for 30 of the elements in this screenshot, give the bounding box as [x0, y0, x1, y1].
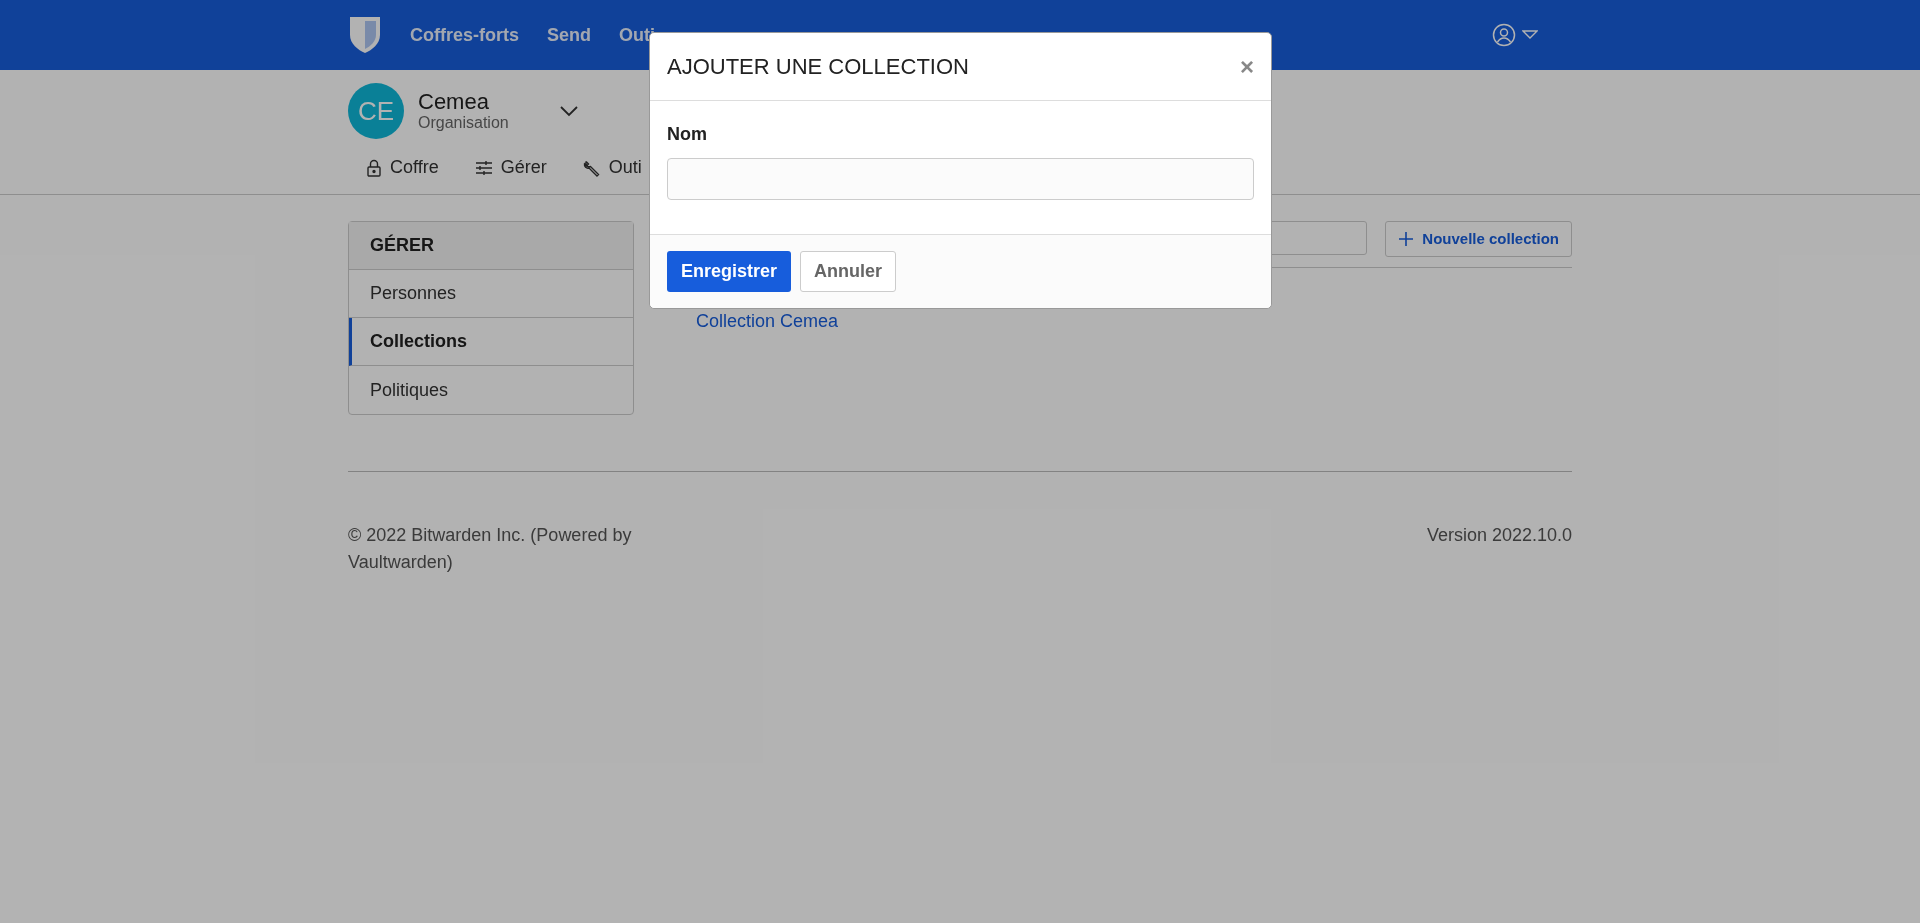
sidebar-item[interactable]: Politiques: [349, 366, 633, 414]
cancel-button[interactable]: Annuler: [800, 251, 897, 292]
save-button[interactable]: Enregistrer: [667, 251, 792, 292]
sidebar-item[interactable]: Personnes: [349, 270, 633, 318]
user-icon[interactable]: [1492, 23, 1516, 47]
name-input-field[interactable]: [667, 158, 1254, 200]
modal-title: AJOUTER UNE COLLECTION: [667, 53, 969, 81]
collection-link[interactable]: Collection Cemea: [696, 308, 1572, 335]
copyright-text: © 2022 Bitwarden Inc. (Powered by Vaultwarden): [348, 524, 633, 574]
nav-link[interactable]: Coffres-forts: [410, 21, 519, 49]
new-collection-button[interactable]: Nouvelle collection: [1385, 221, 1572, 257]
org-tab[interactable]: Coffre: [366, 152, 439, 181]
sidebar-heading: GÉRER: [349, 222, 633, 270]
org-tab[interactable]: Outi: [582, 152, 642, 181]
org-avatar: CE: [348, 83, 404, 139]
org-tab[interactable]: Gérer: [474, 152, 547, 181]
caret-icon[interactable]: [1522, 30, 1538, 40]
sliders-icon: [474, 159, 493, 176]
org-name: Cemea: [418, 90, 490, 115]
wrench-icon: [582, 158, 601, 177]
chevron-down-icon[interactable]: [558, 105, 579, 117]
close-button[interactable]: ×: [1240, 54, 1254, 79]
shield-logo-icon[interactable]: [348, 15, 382, 55]
org-subtitle: Organisation: [418, 114, 509, 132]
plus-icon: [1398, 231, 1415, 247]
nav-link[interactable]: Send: [547, 21, 592, 49]
sidebar-item[interactable]: Collections: [349, 318, 633, 366]
lock-icon: [366, 158, 382, 177]
field-label: Nom: [667, 123, 708, 146]
version-text: Version 2022.10.0: [1426, 524, 1572, 547]
